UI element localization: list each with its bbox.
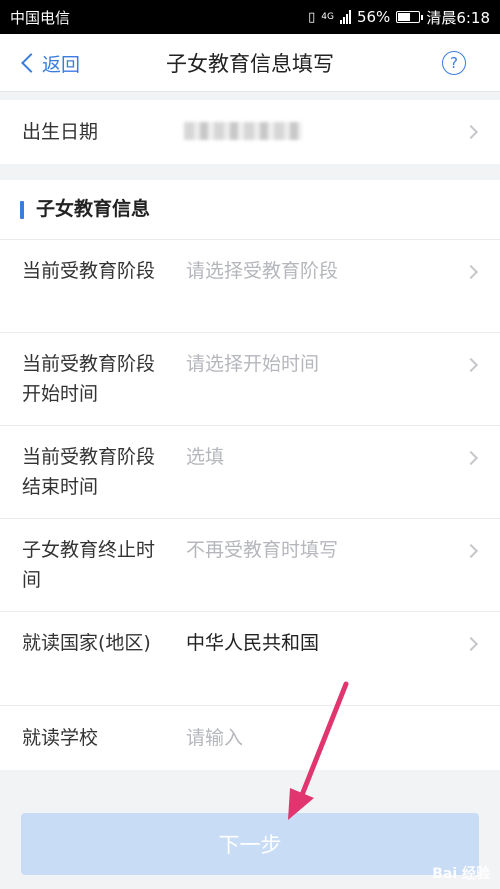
back-button[interactable]: 返回 bbox=[18, 34, 80, 92]
edu-end-value: 选填 bbox=[186, 446, 225, 468]
chevron-right-icon bbox=[463, 357, 479, 373]
edu-start-value: 请选择开始时间 bbox=[186, 353, 320, 375]
school-input[interactable]: 请输入 bbox=[186, 723, 243, 753]
battery-icon bbox=[396, 11, 424, 23]
next-button[interactable]: 下一步 bbox=[21, 813, 479, 875]
network-type: 4G bbox=[321, 12, 334, 22]
watermark: Bai 经验 bbox=[432, 866, 490, 882]
signal-icon bbox=[339, 10, 351, 24]
section-accent-bar bbox=[20, 201, 24, 219]
birth-date-label: 出生日期 bbox=[22, 121, 99, 143]
birth-date-row[interactable]: 出生日期 bbox=[0, 100, 500, 164]
edu-terminate-row[interactable]: 子女教育终止时间 不再受教育时填写 bbox=[0, 519, 500, 612]
country-label: 就读国家(地区) bbox=[22, 632, 151, 654]
help-icon[interactable]: ? bbox=[442, 51, 466, 75]
page-title: 子女教育信息填写 bbox=[166, 51, 334, 76]
battery-percent: 56% bbox=[356, 8, 391, 26]
carrier-name: 中国电信 bbox=[10, 8, 71, 27]
edu-end-label: 当前受教育阶段结束时间 bbox=[22, 446, 156, 498]
back-label: 返回 bbox=[42, 53, 81, 76]
chevron-right-icon bbox=[463, 124, 479, 140]
education-info-card: 子女教育信息 当前受教育阶段 请选择受教育阶段 当前受教育阶段开始时间 请选择开… bbox=[0, 180, 500, 770]
status-bar: 中国电信 ▯ 4G 56% 清晨6:18 bbox=[0, 0, 500, 34]
edu-start-label: 当前受教育阶段开始时间 bbox=[22, 353, 156, 405]
edu-terminate-value: 不再受教育时填写 bbox=[186, 539, 339, 561]
clock: 清晨6:18 bbox=[426, 8, 490, 27]
chevron-right-icon bbox=[463, 450, 479, 466]
edu-stage-row[interactable]: 当前受教育阶段 请选择受教育阶段 bbox=[0, 240, 500, 333]
section-header: 子女教育信息 bbox=[0, 180, 500, 240]
chevron-right-icon bbox=[463, 636, 479, 652]
birth-date-field[interactable]: 出生日期 bbox=[0, 100, 500, 164]
edu-start-row[interactable]: 当前受教育阶段开始时间 请选择开始时间 bbox=[0, 333, 500, 426]
edu-end-row[interactable]: 当前受教育阶段结束时间 选填 bbox=[0, 426, 500, 519]
school-row[interactable]: 就读学校 请输入 bbox=[0, 706, 500, 770]
chevron-right-icon bbox=[463, 543, 479, 559]
edu-stage-label: 当前受教育阶段 bbox=[22, 260, 156, 282]
chevron-right-icon bbox=[463, 264, 479, 280]
country-value: 中华人民共和国 bbox=[186, 632, 320, 654]
vibrate-icon: ▯ bbox=[308, 9, 316, 25]
chevron-left-icon bbox=[21, 53, 41, 73]
section-title: 子女教育信息 bbox=[36, 198, 151, 220]
country-row[interactable]: 就读国家(地区) 中华人民共和国 bbox=[0, 612, 500, 706]
edu-terminate-label: 子女教育终止时间 bbox=[22, 539, 156, 591]
school-label: 就读学校 bbox=[22, 727, 99, 749]
birth-date-value-blurred bbox=[184, 122, 302, 140]
edu-stage-value: 请选择受教育阶段 bbox=[186, 260, 339, 282]
nav-bar: 返回 子女教育信息填写 ? bbox=[0, 34, 500, 92]
